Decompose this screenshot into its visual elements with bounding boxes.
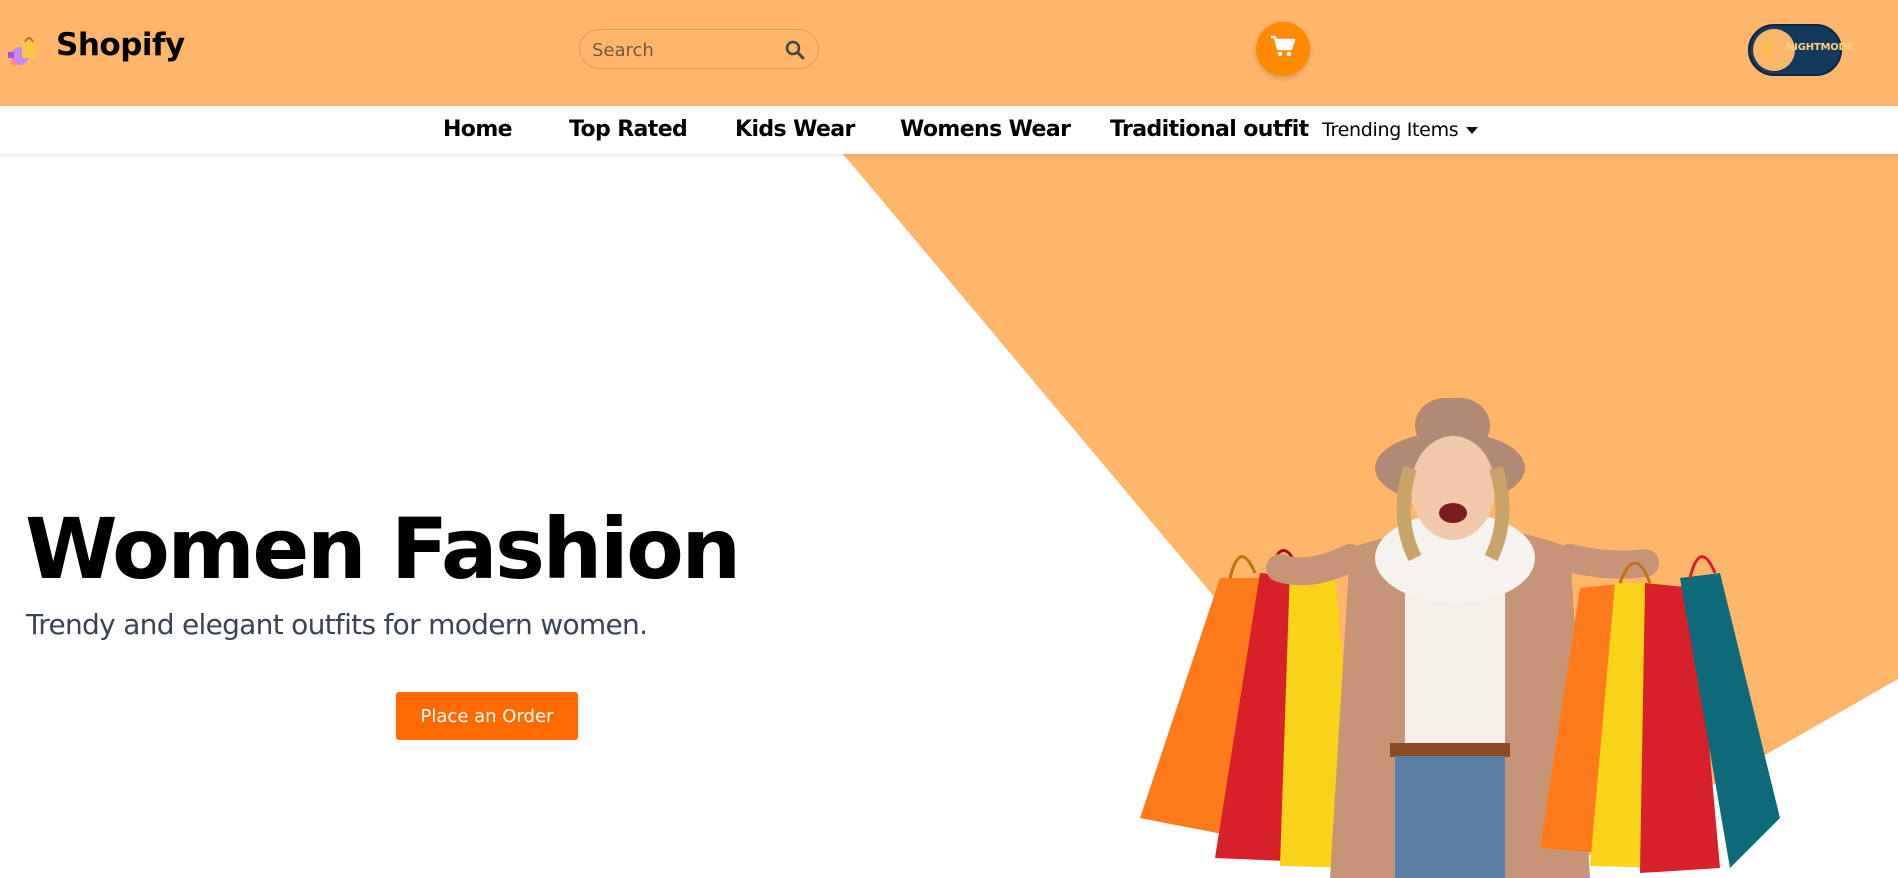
hero-subtitle: Trendy and elegant outfits for modern wo… (26, 608, 648, 641)
nav-kids-wear[interactable]: Kids Wear (735, 117, 855, 142)
night-mode-toggle[interactable]: NIGHTMODE (1748, 24, 1853, 76)
chevron-down-icon (1466, 127, 1479, 134)
hero-title: Women Fashion (25, 500, 741, 598)
search-input[interactable] (590, 35, 774, 65)
nav-traditional-outfit[interactable]: Traditional outfit (1110, 117, 1309, 142)
night-mode-label: NIGHTMODE (1786, 42, 1854, 53)
nav-womens-wear[interactable]: Womens Wear (900, 117, 1071, 142)
nav-home[interactable]: Home (443, 117, 513, 142)
nav-top-rated[interactable]: Top Rated (569, 117, 688, 142)
trending-label: Trending Items (1322, 119, 1459, 141)
main-nav: Home Top Rated Kids Wear Womens Wear Tra… (0, 106, 1898, 154)
cart-button[interactable] (1256, 22, 1310, 76)
nav-trending-dropdown[interactable]: Trending Items (1322, 119, 1479, 141)
search-icon[interactable] (784, 39, 806, 61)
hero-model-image (1140, 398, 1780, 878)
cart-icon (1270, 35, 1296, 64)
search-bar (579, 29, 819, 69)
shopping-logo-icon[interactable] (6, 30, 44, 68)
brand-name[interactable]: Shopify (56, 27, 185, 63)
top-header: Shopify NIGHTMODE (0, 0, 1898, 106)
place-order-button[interactable]: Place an Order (396, 692, 578, 740)
